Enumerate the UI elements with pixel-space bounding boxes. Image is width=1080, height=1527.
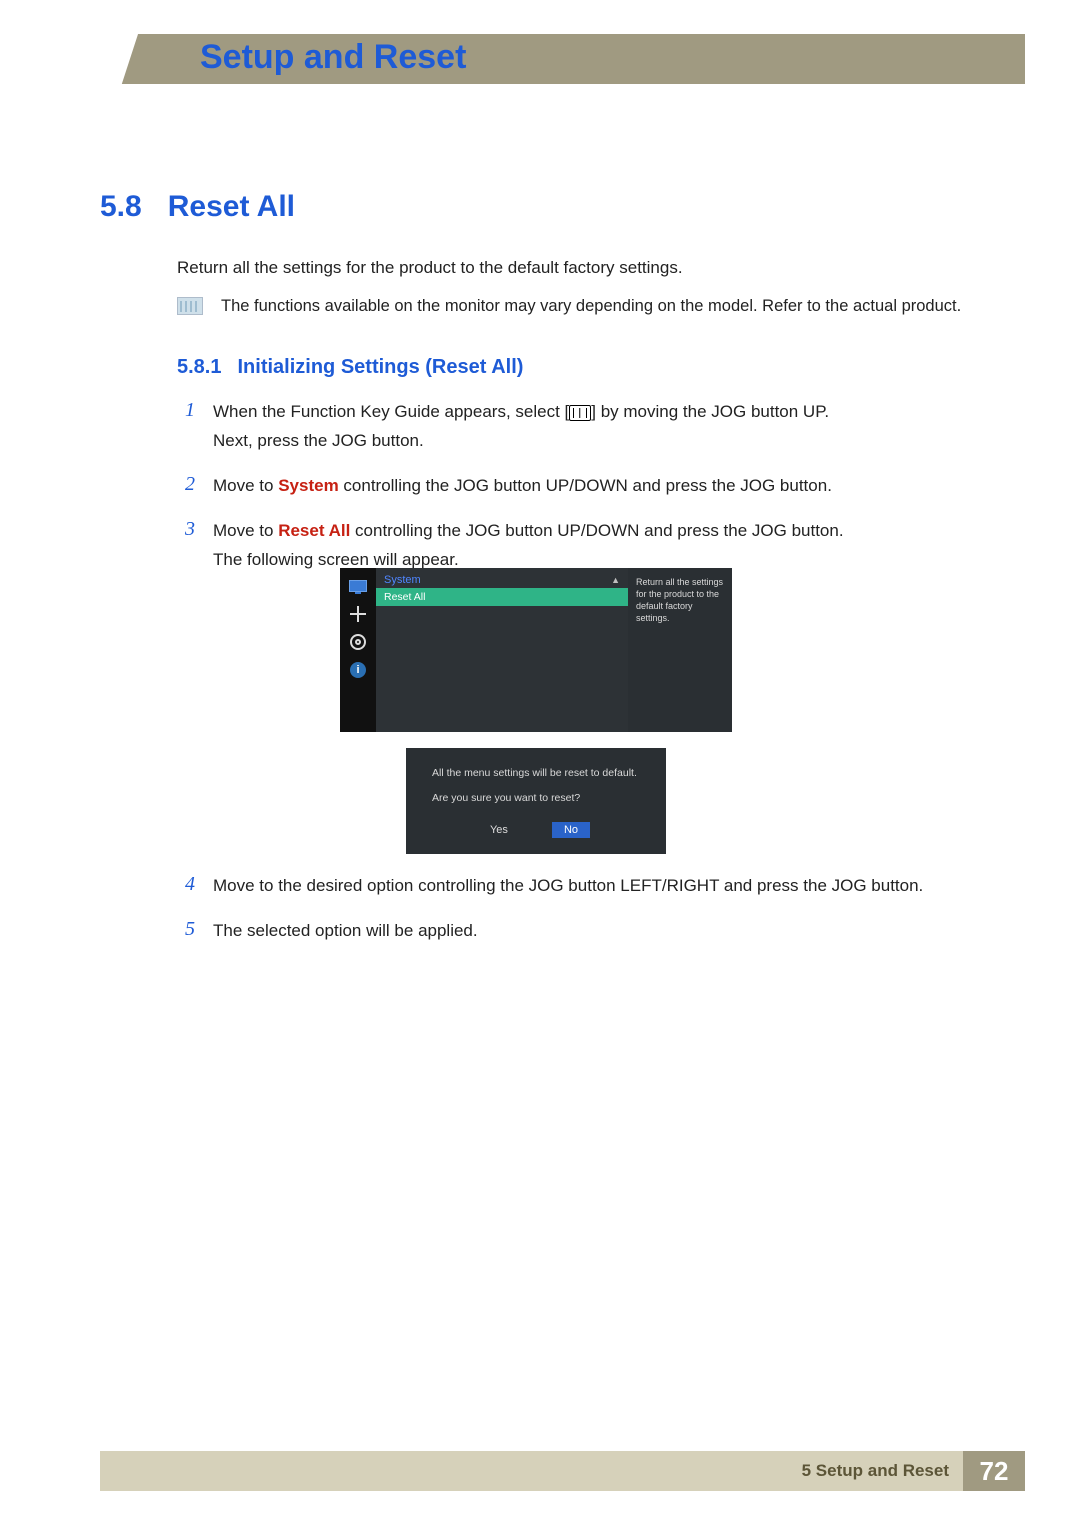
step-number: 2 [177,472,195,501]
subsection-title: Initializing Settings (Reset All) [237,356,523,379]
section-intro: Return all the settings for the product … [177,258,683,278]
yes-button[interactable]: Yes [482,822,516,838]
no-button[interactable]: No [552,822,590,838]
step-3: 3 Move to Reset All controlling the JOG … [177,517,1025,575]
step-5: 5 The selected option will be applied. [177,917,1025,946]
osd-dialog-question: Are you sure you want to reset? [432,792,640,804]
footer-page-number: 72 [963,1451,1025,1491]
note: The functions available on the monitor m… [177,297,1025,316]
footer-chapter: 5 Setup and Reset [802,1461,963,1481]
osd-help-panel: Return all the settings for the product … [628,568,732,732]
step-number: 3 [177,517,195,575]
move-icon [348,606,368,622]
step-text: Next, press the JOG button. [213,431,424,450]
steps-lower: 4 Move to the desired option controlling… [177,872,1025,962]
subsection-number: 5.8.1 [177,356,221,379]
step-body: When the Function Key Guide appears, sel… [213,398,829,456]
step-text: The following screen will appear. [213,550,459,569]
step-2: 2 Move to System controlling the JOG but… [177,472,1025,501]
step-text: ] by moving the JOG button UP. [591,402,829,421]
step-body: Move to the desired option controlling t… [213,872,923,901]
step-text: controlling the JOG button UP/DOWN and p… [339,476,832,495]
section-heading: 5.8 Reset All [100,190,295,224]
osd-reset-all-row[interactable]: Reset All [376,588,628,606]
chevron-up-icon: ▲ [611,575,620,585]
step-text: Move to [213,476,278,495]
osd-screenshot: i System ▲ Reset All Return all the sett… [340,568,732,854]
step-text: When the Function Key Guide appears, sel… [213,402,569,421]
osd-system-label: System ▲ [376,568,628,588]
steps-upper: 1 When the Function Key Guide appears, s… [177,398,1025,590]
step-1: 1 When the Function Key Guide appears, s… [177,398,1025,456]
monitor-icon [348,578,368,594]
section-number: 5.8 [100,190,142,224]
osd-sidebar: i [340,568,376,732]
osd-dialog: All the menu settings will be reset to d… [406,748,666,854]
step-body: Move to Reset All controlling the JOG bu… [213,517,844,575]
gear-icon [348,634,368,650]
osd-main-panel: i System ▲ Reset All Return all the sett… [340,568,732,732]
osd-dialog-buttons: Yes No [432,822,640,838]
chapter-title: Setup and Reset [200,38,466,77]
keyword-reset-all: Reset All [278,521,350,540]
step-body: The selected option will be applied. [213,917,478,946]
step-number: 1 [177,398,195,456]
osd-content: System ▲ Reset All [376,568,628,732]
step-text: Move to [213,521,278,540]
step-body: Move to System controlling the JOG butto… [213,472,832,501]
step-number: 4 [177,872,195,901]
step-4: 4 Move to the desired option controlling… [177,872,1025,901]
info-icon: i [348,662,368,678]
footer: 5 Setup and Reset 72 [100,1451,1025,1491]
step-number: 5 [177,917,195,946]
step-text: controlling the JOG button UP/DOWN and p… [350,521,843,540]
osd-dialog-message: All the menu settings will be reset to d… [432,766,640,782]
osd-system-text: System [384,574,421,586]
note-text: The functions available on the monitor m… [221,297,961,316]
subsection-heading: 5.8.1 Initializing Settings (Reset All) [177,356,523,379]
keyword-system: System [278,476,338,495]
note-icon [177,297,203,315]
section-title: Reset All [168,190,295,224]
menu-icon [569,405,591,421]
